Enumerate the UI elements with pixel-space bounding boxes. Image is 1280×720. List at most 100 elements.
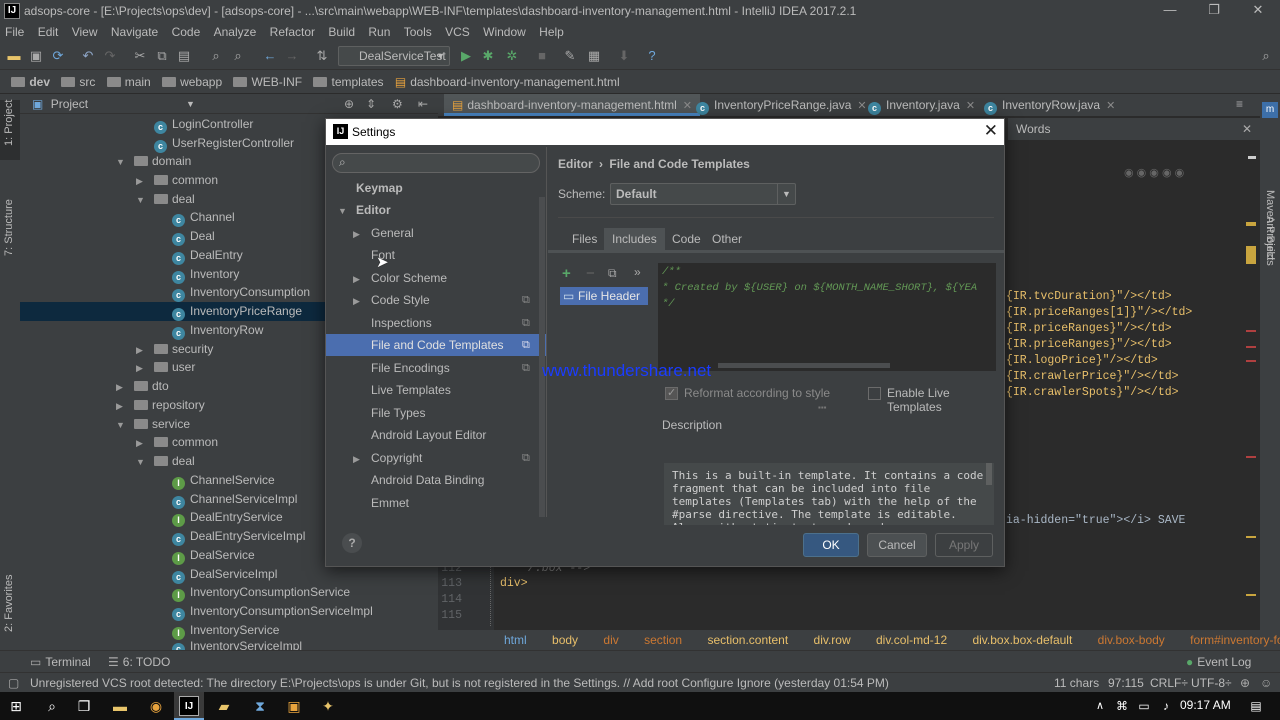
coverage-icon[interactable]: ✲ [504, 48, 520, 64]
network-icon[interactable]: ⌘ [1112, 696, 1132, 716]
menu-view[interactable]: View [67, 22, 103, 42]
gear-icon[interactable]: ⚙ [392, 94, 403, 114]
nav-emmet[interactable]: Emmet [326, 492, 546, 514]
collapse-arrow-icon[interactable]: ▶ [136, 434, 148, 453]
tree-item[interactable]: c InventoryConsumptionServiceImpl [20, 602, 438, 621]
nav-font[interactable]: Font [326, 244, 546, 266]
intellij-taskbar-icon[interactable]: IJ [179, 696, 199, 716]
tab-other[interactable]: Other [704, 228, 750, 250]
breadcrumb-item[interactable]: div.col-md-12 [876, 633, 947, 647]
run-configuration-select[interactable]: DealServiceTest ▼ [338, 46, 450, 66]
settings-search-input[interactable]: ⌕ [332, 153, 540, 173]
copy-icon[interactable]: ⧉ [154, 48, 170, 64]
collapse-arrow-icon[interactable]: ▶ [136, 359, 148, 378]
menu-file[interactable]: File [0, 22, 29, 42]
collapse-arrow-icon[interactable]: ▶ [116, 397, 128, 416]
run-icon[interactable]: ▶ [458, 48, 474, 64]
task-view-icon[interactable]: ❐ [74, 696, 94, 716]
forward-icon[interactable]: → [284, 48, 300, 64]
open-folder-icon[interactable]: ▬ [6, 48, 22, 64]
breadcrumb-item[interactable]: div [603, 633, 618, 647]
enable-live-templates-checkbox[interactable] [868, 387, 881, 400]
stop-icon[interactable]: ■ [534, 48, 550, 64]
nav-crumb-webapp[interactable]: webapp [162, 70, 222, 94]
menu-vcs[interactable]: VCS [440, 22, 475, 42]
minimize-icon[interactable]: — [1148, 0, 1192, 22]
tab-list-icon[interactable]: ≡ [1236, 97, 1243, 111]
nav-crumb-dev[interactable]: dev [11, 70, 50, 94]
settings-wrench-icon[interactable]: ✎ [562, 48, 578, 64]
paste-icon[interactable]: ▤ [176, 48, 192, 64]
tab-inventory-price-range[interactable]: c InventoryPriceRange.java ✕ [688, 94, 875, 116]
chrome-icon[interactable]: ◉ [146, 696, 166, 716]
collapse-all-icon[interactable]: ⇕ [366, 94, 376, 114]
menu-navigate[interactable]: Navigate [106, 22, 163, 42]
scheme-select[interactable]: Default ▼ [610, 183, 796, 205]
nav-file-encodings[interactable]: File Encodings ⧉ [326, 357, 546, 379]
menu-tools[interactable]: Tools [399, 22, 437, 42]
breadcrumb-item[interactable]: div.box.box-default [972, 633, 1072, 647]
browser-preview-icons[interactable]: ◉ ◉ ◉ ◉ ◉ [1124, 166, 1224, 182]
tab-code[interactable]: Code [664, 228, 709, 250]
tray-chevron-icon[interactable]: ∧ [1090, 696, 1110, 716]
menu-help[interactable]: Help [534, 22, 569, 42]
collapse-arrow-icon[interactable]: ▶ [353, 290, 365, 312]
breadcrumb-item[interactable]: div.box-body [1098, 633, 1165, 647]
app-icon[interactable]: ⧗ [250, 696, 270, 716]
nav-general[interactable]: ▶ General [326, 222, 546, 244]
tree-item[interactable]: c DealServiceImpl [20, 565, 438, 584]
terminal-tool-button[interactable]: ▭ Terminal [30, 651, 91, 673]
close-icon[interactable]: ✕ [1242, 118, 1252, 140]
project-structure-icon[interactable]: ▦ [586, 48, 602, 64]
nav-keymap[interactable]: Keymap [326, 177, 546, 199]
expand-arrow-icon[interactable]: ▼ [136, 453, 148, 472]
inspector-icon[interactable]: ☺ [1260, 673, 1272, 693]
debug-icon[interactable]: ✱ [480, 48, 496, 64]
breadcrumb-item[interactable]: section.content [707, 633, 788, 647]
copy-icon[interactable]: ⧉ [608, 266, 617, 281]
breadcrumb-item[interactable]: body [552, 633, 578, 647]
close-tab-icon[interactable]: ✕ [966, 100, 975, 112]
help-icon[interactable]: ? [644, 48, 660, 64]
tree-item[interactable]: I InventoryService [20, 621, 438, 640]
menu-code[interactable]: Code [167, 22, 206, 42]
status-message[interactable]: Unregistered VCS root detected: The dire… [30, 673, 889, 693]
breadcrumb-item[interactable]: section [644, 633, 682, 647]
file-explorer-icon[interactable]: ▬ [110, 696, 130, 716]
help-icon[interactable]: ? [342, 533, 362, 553]
nav-crumb-main[interactable]: main [106, 70, 151, 94]
maximize-icon[interactable]: ❐ [1192, 0, 1236, 22]
build-icon[interactable]: ⇅ [314, 48, 330, 64]
collapse-arrow-icon[interactable]: ▶ [136, 172, 148, 191]
nav-android-data-binding[interactable]: Android Data Binding [326, 469, 546, 491]
nav-live-templates[interactable]: Live Templates [326, 379, 546, 401]
close-window-icon[interactable]: ✕ [1236, 0, 1280, 22]
back-icon[interactable]: ← [262, 48, 278, 64]
tree-item[interactable]: c InventoryServiceImpl [20, 640, 438, 650]
splitter-handle[interactable]: ▪▪▪ [818, 403, 827, 412]
menu-refactor[interactable]: Refactor [265, 22, 320, 42]
battery-icon[interactable]: ▭ [1134, 696, 1154, 716]
expand-arrow-icon[interactable]: ▼ [116, 153, 128, 172]
tab-dashboard-inventory-management[interactable]: ▤ dashboard-inventory-management.html ✕ [444, 94, 701, 116]
nav-copyright[interactable]: ▶ Copyright ⧉ [326, 447, 546, 469]
menu-run[interactable]: Run [363, 22, 395, 42]
nav-scrollbar[interactable] [539, 197, 545, 517]
breadcrumb-item[interactable]: div.row [814, 633, 851, 647]
cut-icon[interactable]: ✂ [132, 48, 148, 64]
hide-panel-icon[interactable]: ⇤ [418, 94, 428, 114]
nav-code-style[interactable]: ▶ Code Style ⧉ [326, 289, 546, 311]
event-log-button[interactable]: ● Event Log [1186, 651, 1251, 673]
tab-inventory[interactable]: c Inventory.java ✕ [860, 94, 983, 116]
apply-button[interactable]: Apply [935, 533, 993, 557]
lock-icon[interactable]: ⊕ [1240, 673, 1250, 693]
tree-item[interactable]: I InventoryConsumptionService [20, 583, 438, 602]
menu-window[interactable]: Window [478, 22, 531, 42]
save-all-icon[interactable]: ▣ [28, 48, 44, 64]
template-item-file-header[interactable]: ▭ File Header [560, 287, 648, 305]
nav-file-types[interactable]: File Types [326, 402, 546, 424]
cancel-button[interactable]: Cancel [867, 533, 927, 557]
structure-tool-button[interactable]: 7: Structure [3, 199, 15, 256]
close-tab-icon[interactable]: ✕ [1106, 100, 1115, 112]
maven-icon[interactable]: m [1262, 102, 1278, 118]
